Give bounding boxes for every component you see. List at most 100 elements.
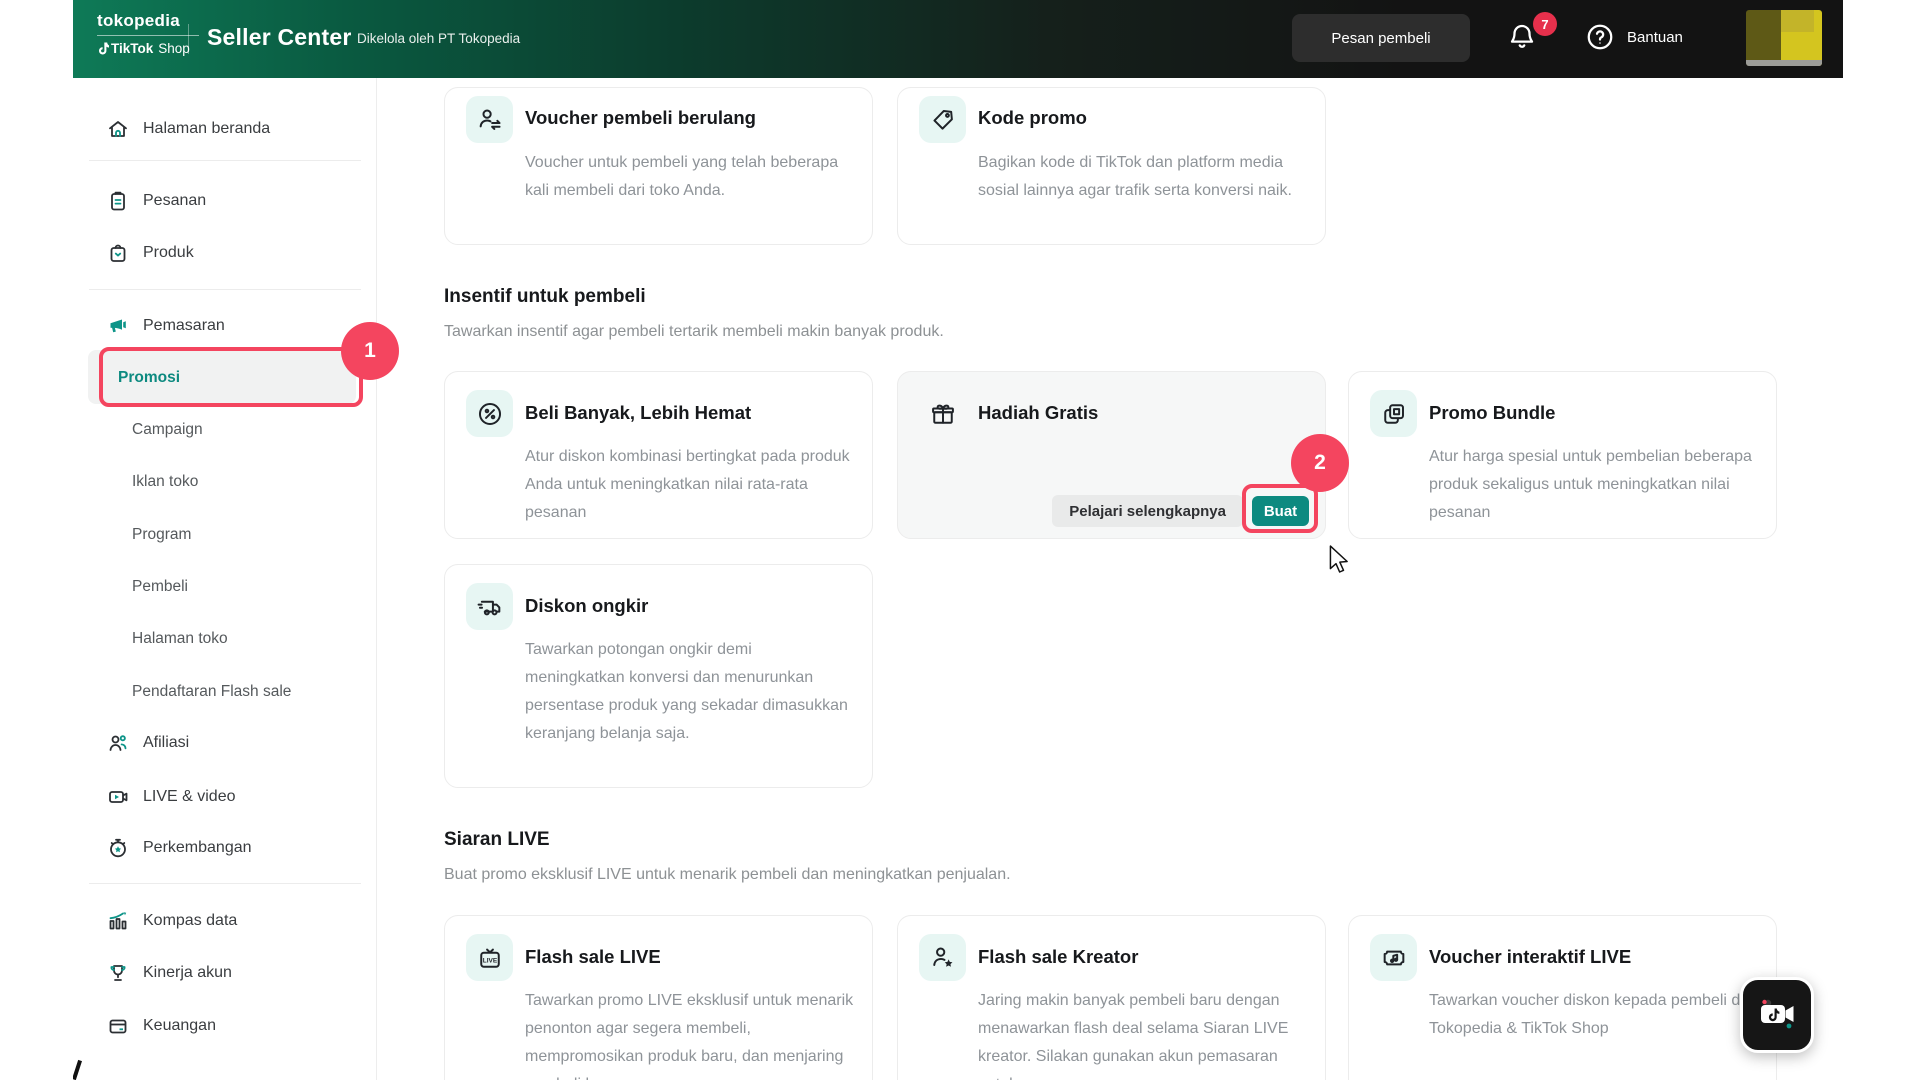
logo-divider-line [97,35,199,36]
card-title: Hadiah Gratis [978,402,1099,423]
tokopedia-tiktok-logo: tokopedia TikTok Shop [97,11,217,56]
sidebar-item-halaman-toko[interactable]: Halaman toko [73,619,373,659]
sidebar-label: Iklan toko [132,473,199,490]
delivery-truck-icon [466,583,513,630]
learn-more-button[interactable]: Pelajari selengkapnya [1052,495,1243,527]
question-circle-icon [1587,24,1613,50]
product-bag-icon [110,244,126,262]
sidebar-item-perkembangan[interactable]: Perkembangan [73,828,373,868]
sidebar-label: Kompas data [143,912,238,929]
card-body: Jaring makin banyak pembeli baru dengan … [978,992,1289,1080]
card-title: Diskon ongkir [525,595,649,616]
card-title: Flash sale LIVE [525,946,661,967]
section-subtitle-siaran-live: Buat promo eksklusif LIVE untuk menarik … [444,866,1011,883]
card-title: Beli Banyak, Lebih Hemat [525,402,752,423]
notifications-button[interactable]: 7 [1507,12,1557,58]
top-header: tokopedia TikTok Shop Seller Center Dike… [73,0,1843,78]
sidebar-item-campaign[interactable]: Campaign [73,410,373,450]
card-body: Tawarkan potongan ongkir demi meningkatk… [525,641,848,742]
sidebar-divider [89,289,361,290]
sidebar-item-pesanan[interactable]: Pesanan [73,181,373,221]
sidebar-item-promosi[interactable]: Promosi [73,358,373,398]
card-body: Bagikan kode di TikTok dan platform medi… [978,154,1292,199]
sidebar-label: Pesanan [143,192,207,209]
card-promo-bundle[interactable]: Promo Bundle Atur harga spesial untuk pe… [1348,371,1777,539]
managed-by-subtitle: Dikelola oleh PT Tokopedia [357,31,521,46]
card-title: Voucher pembeli berulang [525,107,756,128]
page-title: Seller Center [207,24,352,50]
sidebar-divider [89,160,361,161]
card-body: Tawarkan voucher diskon kepada pembeli d… [1429,992,1744,1037]
sidebar-item-program[interactable]: Program [73,515,373,555]
person-star-icon [919,934,966,981]
sidebar-item-keuangan[interactable]: Keuangan [73,1006,373,1046]
sidebar-item-kinerja-akun[interactable]: Kinerja akun [73,953,373,993]
price-tag-icon [919,96,966,143]
sidebar-item-pemasaran[interactable]: Pemasaran [73,306,373,346]
card-voucher-pembeli-berulang[interactable]: Voucher pembeli berulang Voucher untuk p… [444,87,873,245]
sidebar-item-iklan-toko[interactable]: Iklan toko [73,462,373,502]
video-camera-icon [109,791,128,803]
svg-text:LIVE: LIVE [482,957,497,964]
affiliate-people-icon [109,735,127,751]
create-button[interactable]: Buat [1252,496,1309,526]
sidebar-label: Pendaftaran Flash sale [132,683,292,700]
card-title: Voucher interaktif LIVE [1429,946,1632,967]
sidebar-item-pembeli[interactable]: Pembeli [73,567,373,607]
sidebar-label: LIVE & video [143,788,236,805]
bar-chart-arrow-icon [109,912,127,930]
sidebar-label: Campaign [132,421,203,438]
sidebar-label: Produk [143,244,194,261]
card-body: Atur harga spesial untuk pembelian beber… [1429,448,1752,521]
sidebar-item-live-video[interactable]: LIVE & video [73,777,373,817]
sidebar-item-pendaftaran-flash-sale[interactable]: Pendaftaran Flash sale [73,672,373,712]
card-beli-banyak-lebih-hemat[interactable]: Beli Banyak, Lebih Hemat Atur diskon kom… [444,371,873,539]
sidebar-label: Promosi [118,369,181,386]
card-hadiah-gratis[interactable]: Hadiah Gratis Pelajari selengkapnya Buat [897,371,1326,539]
tiktok-label: TikTok [111,41,154,56]
card-voucher-interaktif-live[interactable]: Voucher interaktif LIVE Tawarkan voucher… [1348,915,1777,1080]
avatar-bottom-strip [1746,60,1822,66]
trophy-icon [110,965,126,981]
tiktok-note-icon [99,42,109,55]
sidebar-label: Keuangan [143,1017,216,1034]
sidebar-label: Afiliasi [143,734,190,751]
credit-card-icon [109,1019,127,1034]
help-button[interactable]: Bantuan [1585,22,1683,52]
tiktok-shop-wordmark: TikTok Shop [97,41,217,56]
card-body: Tawarkan promo LIVE eksklusif untuk mena… [525,992,854,1080]
sidebar-item-afiliasi[interactable]: Afiliasi [73,723,373,763]
sidebar-item-kompas-data[interactable]: Kompas data [73,901,373,941]
shop-label: Shop [158,41,190,56]
sidebar-label: Kinerja akun [143,964,232,981]
main-content: Voucher pembeli berulang Voucher untuk p… [377,78,1843,1080]
percent-circle-icon [466,390,513,437]
tokopedia-wordmark: tokopedia [97,11,180,30]
account-avatar[interactable] [1746,10,1822,66]
card-body: Atur diskon kombinasi bertingkat pada pr… [525,448,850,521]
card-flash-sale-live[interactable]: LIVE Flash sale LIVE Tawarkan promo LIVE… [444,915,873,1080]
tiktok-live-floating-button[interactable] [1740,977,1814,1053]
home-icon [109,121,127,137]
card-body: Voucher untuk pembeli yang telah beberap… [525,154,839,199]
sidebar-item-produk[interactable]: Produk [73,233,373,273]
card-title: Flash sale Kreator [978,946,1139,967]
notification-count-badge: 7 [1533,12,1557,36]
card-flash-sale-kreator[interactable]: Flash sale Kreator Jaring makin banyak p… [897,915,1326,1080]
gift-icon [919,390,966,437]
card-diskon-ongkir[interactable]: Diskon ongkir Tawarkan potongan ongkir d… [444,564,873,788]
section-subtitle-insentif: Tawarkan insentif agar pembeli tertarik … [444,323,944,340]
buyer-messages-button[interactable]: Pesan pembeli [1292,14,1470,62]
ticket-note-icon [1370,934,1417,981]
card-kode-promo[interactable]: Kode promo Bagikan kode di TikTok dan pl… [897,87,1326,245]
sidebar-item-halaman-beranda[interactable]: Halaman beranda [73,109,373,149]
sidebar-nav: Halaman beranda Pesanan Produk Pemasaran… [73,78,377,1080]
sidebar-label: Halaman toko [132,630,228,647]
avatar-pixel-block [1780,10,1815,33]
tiktok-live-camera-icon [1761,999,1794,1029]
stopwatch-star-icon [110,838,126,858]
section-title-siaran-live: Siaran LIVE [444,829,550,850]
overlapping-squares-icon [1370,390,1417,437]
sidebar-label: Halaman beranda [143,120,271,137]
header-divider [188,24,189,54]
